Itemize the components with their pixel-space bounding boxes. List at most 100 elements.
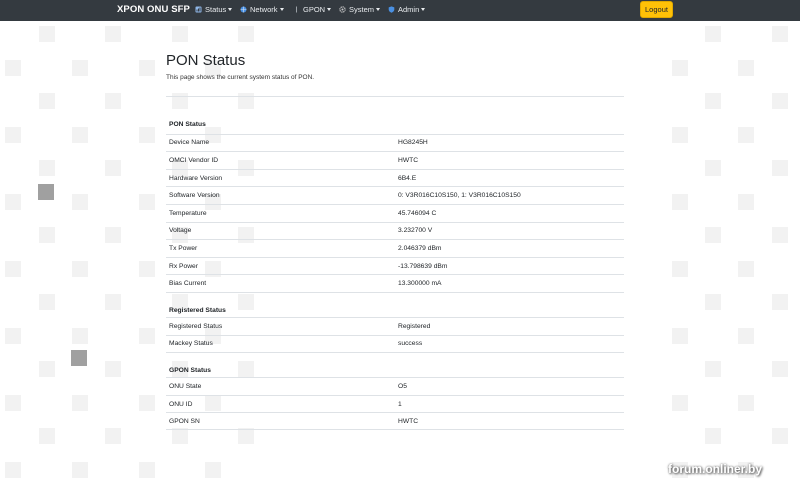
row-value: 3.232700 V <box>398 227 433 235</box>
table-row: Mackey Status success <box>166 334 624 353</box>
row-label: Software Version <box>169 192 220 200</box>
row-label: Registered Status <box>169 322 223 330</box>
table-row: GPON SN HWTC <box>166 412 624 430</box>
section-title: PON Status <box>169 121 206 129</box>
section-title: Registered Status <box>169 306 226 314</box>
table-row: Hardware Version 6B4.E <box>166 168 624 187</box>
row-value: -13.798639 dBm <box>398 262 448 270</box>
background-tile <box>72 327 88 344</box>
background-tile <box>772 361 788 377</box>
background-tile <box>705 160 721 176</box>
background-tile <box>772 428 788 444</box>
background-tile <box>738 193 754 210</box>
row-label: OMCI Vendor ID <box>169 156 219 164</box>
background-tile <box>705 294 721 310</box>
background-tile <box>105 428 121 444</box>
table-row: Voltage 3.232700 V <box>166 221 624 240</box>
background-tile <box>772 294 788 310</box>
nav-system[interactable]: System <box>339 5 381 14</box>
background-tile <box>139 193 155 210</box>
chevron-down-icon <box>327 8 332 11</box>
chevron-down-icon <box>279 8 284 11</box>
background-tile <box>38 184 54 200</box>
background-tile <box>39 294 55 310</box>
nav-gpon-label: GPON <box>303 5 326 14</box>
table-row: Bias Current 13.300000 mA <box>166 274 624 292</box>
row-label: Tx Power <box>169 244 198 252</box>
top-navbar: XPON ONU SFP Status Network GPON System … <box>0 0 800 21</box>
background-tile <box>105 227 121 243</box>
background-tile <box>705 361 721 377</box>
background-tile <box>71 350 87 366</box>
background-tile <box>672 59 688 76</box>
shield-icon <box>388 6 395 13</box>
background-tile <box>672 126 688 143</box>
background-tile <box>738 59 754 76</box>
background-tile <box>5 126 21 143</box>
background-tile <box>139 260 155 277</box>
row-value: Registered <box>398 322 431 330</box>
background-tile <box>72 126 88 143</box>
nav-network-label: Network <box>250 5 278 14</box>
background-tile <box>39 160 55 176</box>
background-tile <box>72 260 88 277</box>
background-tile <box>5 193 21 210</box>
nav-admin[interactable]: Admin <box>388 5 426 14</box>
row-value: 45.746094 C <box>398 209 437 217</box>
section-header-registered: Registered Status <box>166 304 624 317</box>
globe-icon <box>240 6 247 13</box>
background-tile <box>772 93 788 109</box>
row-label: Rx Power <box>169 262 198 270</box>
nav-network[interactable]: Network <box>240 5 284 14</box>
table-row: OMCI Vendor ID HWTC <box>166 151 624 169</box>
background-tile <box>105 160 121 176</box>
row-label: Temperature <box>169 209 207 217</box>
background-tile <box>738 126 754 143</box>
background-tile <box>39 428 55 444</box>
background-tile <box>738 327 754 344</box>
nav-gpon[interactable]: GPON <box>293 5 332 14</box>
row-value: HG8245H <box>398 139 428 147</box>
background-tile <box>39 26 55 42</box>
background-tile <box>705 26 721 42</box>
background-tile <box>705 227 721 243</box>
background-tile <box>72 59 88 76</box>
section-spacer <box>166 291 624 304</box>
row-label: Mackey Status <box>169 340 213 348</box>
chevron-down-icon <box>421 8 426 11</box>
section-header-pon: PON Status <box>166 116 624 134</box>
nav-status[interactable]: Status <box>195 5 233 14</box>
row-value: HWTC <box>398 417 419 425</box>
table-row: ONU ID 1 <box>166 394 624 413</box>
background-tile <box>5 394 21 411</box>
background-tile <box>72 394 88 411</box>
gpon-icon <box>293 6 300 13</box>
background-tile <box>105 361 121 377</box>
table-row: Rx Power -13.798639 dBm <box>166 256 624 275</box>
logout-button[interactable]: Logout <box>640 1 673 18</box>
main-content: PON Status This page shows the current s… <box>166 52 624 430</box>
background-tile <box>139 461 155 478</box>
background-tile <box>772 160 788 176</box>
background-tile <box>738 394 754 411</box>
background-tile <box>72 193 88 210</box>
background-tile <box>238 26 254 42</box>
chevron-down-icon <box>376 8 381 11</box>
background-tile <box>105 93 121 109</box>
row-label: ONU State <box>169 382 202 390</box>
background-tile <box>772 26 788 42</box>
background-tile <box>705 428 721 444</box>
table-row: Device Name HG8245H <box>166 133 624 152</box>
row-label: Bias Current <box>169 280 207 288</box>
section-title: GPON Status <box>169 367 211 375</box>
row-value: success <box>398 340 423 348</box>
table-row: Registered Status Registered <box>166 316 624 335</box>
brand-title: XPON ONU SFP <box>117 4 190 15</box>
divider <box>166 96 624 97</box>
pon-status-table: PON Status Device Name HG8245H OMCI Vendo… <box>166 116 624 430</box>
status-icon <box>195 6 202 13</box>
background-tile <box>5 327 21 344</box>
background-tile <box>39 93 55 109</box>
nav-status-label: Status <box>205 5 227 14</box>
section-spacer <box>166 352 624 364</box>
